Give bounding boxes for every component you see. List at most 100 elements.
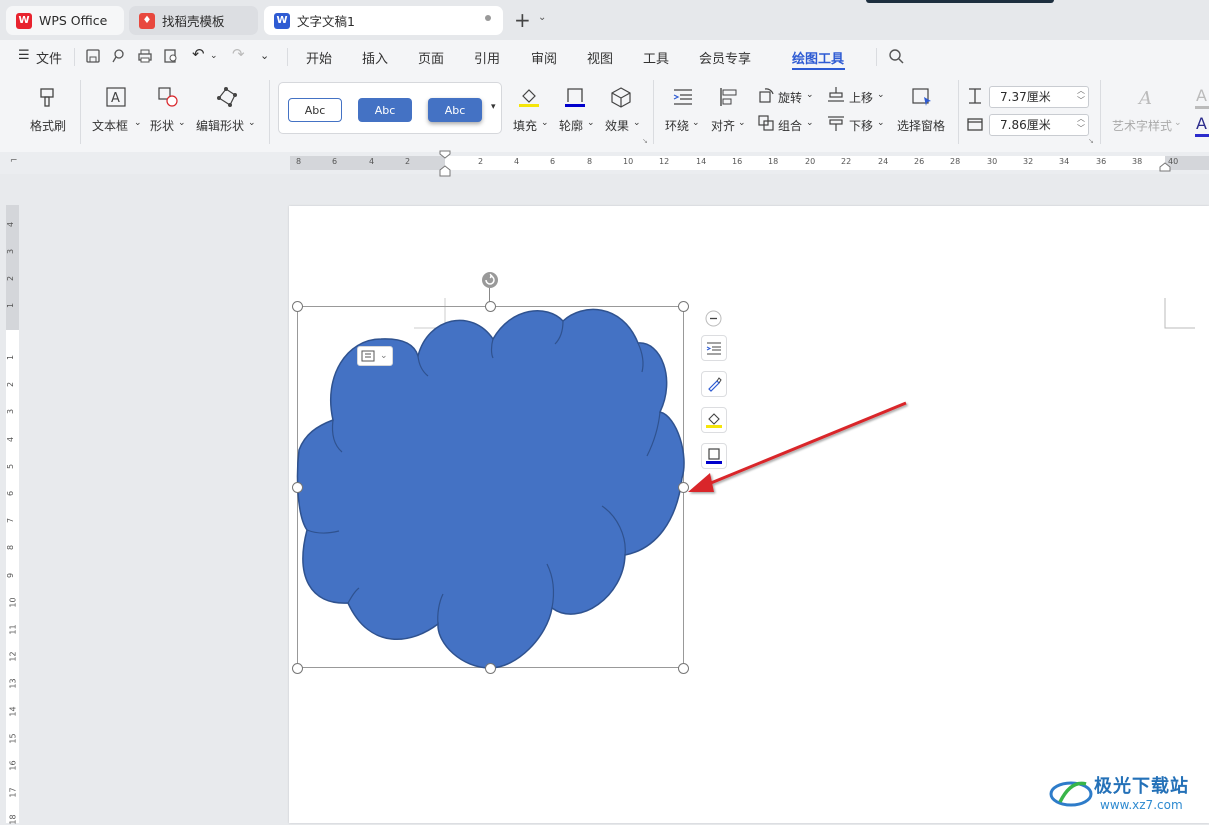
rotate-button[interactable]: 旋转 xyxy=(778,89,802,106)
selection-pane-icon[interactable] xyxy=(911,86,933,108)
indent-marker-icon[interactable] xyxy=(439,150,451,178)
menu-start[interactable]: 开始 xyxy=(306,48,332,67)
right-indent-marker-icon[interactable] xyxy=(1159,162,1171,172)
menu-file[interactable]: 文件 xyxy=(36,48,62,67)
menu-references[interactable]: 引用 xyxy=(474,48,500,67)
chevron-down-icon[interactable]: ⌄ xyxy=(806,118,814,128)
resize-handle-top[interactable] xyxy=(485,301,496,312)
group-button[interactable]: 组合 xyxy=(778,117,802,134)
textbox-button[interactable]: 文本框 xyxy=(92,117,128,134)
chevron-down-icon[interactable]: ⌄ xyxy=(806,90,814,100)
align-button[interactable]: 对齐 xyxy=(711,117,735,134)
resize-handle-top-right[interactable] xyxy=(678,301,689,312)
ruler-tick-label: 6 xyxy=(550,157,556,166)
gallery-more-icon[interactable]: ▾ xyxy=(491,102,496,112)
ruler-tick-label: 36 xyxy=(1096,157,1107,166)
rotate-icon[interactable] xyxy=(757,86,775,104)
shape-button[interactable]: 形状 xyxy=(150,117,174,134)
move-down-icon[interactable] xyxy=(827,114,845,132)
ruler-tick-label: 34 xyxy=(1059,157,1070,166)
height-input[interactable]: 7.37厘米 xyxy=(989,86,1089,108)
textbox-icon[interactable]: A xyxy=(105,86,127,108)
edit-shape-button[interactable]: 编辑形状 xyxy=(196,117,244,134)
tab-list-chevron-icon[interactable]: ⌄ xyxy=(538,12,546,23)
menu-tools[interactable]: 工具 xyxy=(643,48,669,67)
side-wrap-button[interactable] xyxy=(701,335,727,361)
resize-handle-top-left[interactable] xyxy=(292,301,303,312)
outline-button[interactable]: 轮廓 xyxy=(559,117,583,134)
align-icon[interactable] xyxy=(718,86,740,108)
edit-shape-icon[interactable] xyxy=(216,86,238,108)
cloud-shape[interactable] xyxy=(288,296,708,681)
vertical-ruler[interactable]: 4 3 2 1 1 2 3 4 5 6 7 8 9 10 11 12 13 14 15 16 17 18 xyxy=(6,205,19,825)
chevron-down-icon[interactable]: ⌄ xyxy=(587,118,595,128)
collapse-minus-icon[interactable] xyxy=(705,310,722,327)
move-down-button[interactable]: 下移 xyxy=(849,117,873,134)
width-input[interactable]: 7.86厘米 xyxy=(989,114,1089,136)
spin-down-icon[interactable]: ﹀ xyxy=(1077,123,1085,134)
horizontal-ruler[interactable]: ⌐ 8 6 4 2 2 4 6 8 10 12 14 16 18 20 22 24 26 28 30 32 34 36 38… xyxy=(0,150,1209,177)
menu-member[interactable]: 会员专享 xyxy=(699,48,751,67)
tab-template[interactable]: ♦ 找稻壳模板 xyxy=(129,6,258,35)
resize-handle-bottom-left[interactable] xyxy=(292,663,303,674)
format-brush-icon[interactable] xyxy=(37,86,59,108)
chevron-down-icon[interactable]: ⌄ xyxy=(134,118,142,128)
fill-bucket-icon[interactable] xyxy=(518,86,540,108)
shape-icon[interactable] xyxy=(157,86,179,108)
chevron-down-icon[interactable]: ⌄ xyxy=(877,90,885,100)
search-icon[interactable] xyxy=(888,48,904,64)
effect-cube-icon[interactable] xyxy=(610,86,632,108)
move-up-icon[interactable] xyxy=(827,86,845,104)
effect-button[interactable]: 效果 xyxy=(605,117,629,134)
menu-insert[interactable]: 插入 xyxy=(362,48,388,67)
ruler-tick-label: 30 xyxy=(987,157,998,166)
daoke-logo-icon: ♦ xyxy=(139,12,155,29)
chevron-down-icon[interactable]: ⌄ xyxy=(633,118,641,128)
hamburger-icon[interactable]: ☰ xyxy=(18,48,30,63)
undo-icon[interactable]: ↶ xyxy=(192,45,205,63)
rotate-handle-icon[interactable] xyxy=(481,271,499,289)
menu-view[interactable]: 视图 xyxy=(587,48,613,67)
resize-handle-left[interactable] xyxy=(292,482,303,493)
menu-drawing-tools[interactable]: 绘图工具 xyxy=(792,48,844,67)
wrap-text-icon[interactable] xyxy=(672,86,694,108)
undo-chevron-icon[interactable]: ⌄ xyxy=(210,51,218,61)
format-brush-button[interactable]: 格式刷 xyxy=(30,117,66,134)
style-sample-filled[interactable]: Abc xyxy=(358,98,412,122)
resize-handle-bottom[interactable] xyxy=(485,663,496,674)
ruler-tick-label: 3 xyxy=(6,248,16,255)
print-preview-icon[interactable] xyxy=(163,48,179,64)
chevron-down-icon[interactable]: ⌄ xyxy=(248,118,256,128)
tab-document[interactable]: W 文字文稿1 xyxy=(264,6,503,35)
group-icon[interactable] xyxy=(757,114,775,132)
outline-icon[interactable] xyxy=(564,86,586,108)
tab-stop-selector-icon[interactable]: ⌐ xyxy=(10,156,18,166)
fill-button[interactable]: 填充 xyxy=(513,117,537,134)
dialog-launcher-icon[interactable]: ↘ xyxy=(642,137,648,145)
format-painter-small-icon[interactable] xyxy=(110,48,126,64)
new-tab-icon[interactable]: + xyxy=(514,8,531,32)
move-up-button[interactable]: 上移 xyxy=(849,89,873,106)
print-icon[interactable] xyxy=(137,48,153,64)
style-sample-shadow[interactable]: Abc xyxy=(428,98,482,122)
chevron-down-icon[interactable]: ⌄ xyxy=(692,118,700,128)
save-icon[interactable] xyxy=(85,48,101,64)
chevron-down-icon[interactable]: ⌄ xyxy=(541,118,549,128)
quick-access-chevron-icon[interactable]: ⌄ xyxy=(260,49,269,62)
text-outline-icon[interactable]: A xyxy=(1196,114,1207,133)
tab-wps-office[interactable]: W WPS Office xyxy=(6,6,124,35)
menu-page[interactable]: 页面 xyxy=(418,48,444,67)
ruler-tick-label: 9 xyxy=(6,572,16,578)
shape-layout-button[interactable]: ⌄ xyxy=(357,346,393,366)
wrap-button[interactable]: 环绕 xyxy=(665,117,689,134)
menu-review[interactable]: 审阅 xyxy=(531,48,557,67)
resize-handle-bottom-right[interactable] xyxy=(678,663,689,674)
chevron-down-icon[interactable]: ⌄ xyxy=(877,118,885,128)
chevron-down-icon[interactable]: ⌄ xyxy=(738,118,746,128)
spin-down-icon[interactable]: ﹀ xyxy=(1077,95,1085,106)
side-style-button[interactable] xyxy=(701,371,727,397)
dialog-launcher-icon[interactable]: ↘ xyxy=(1088,137,1094,145)
style-sample-outline[interactable]: Abc xyxy=(288,98,342,122)
selection-pane-button[interactable]: 选择窗格 xyxy=(897,117,945,134)
chevron-down-icon[interactable]: ⌄ xyxy=(178,118,186,128)
